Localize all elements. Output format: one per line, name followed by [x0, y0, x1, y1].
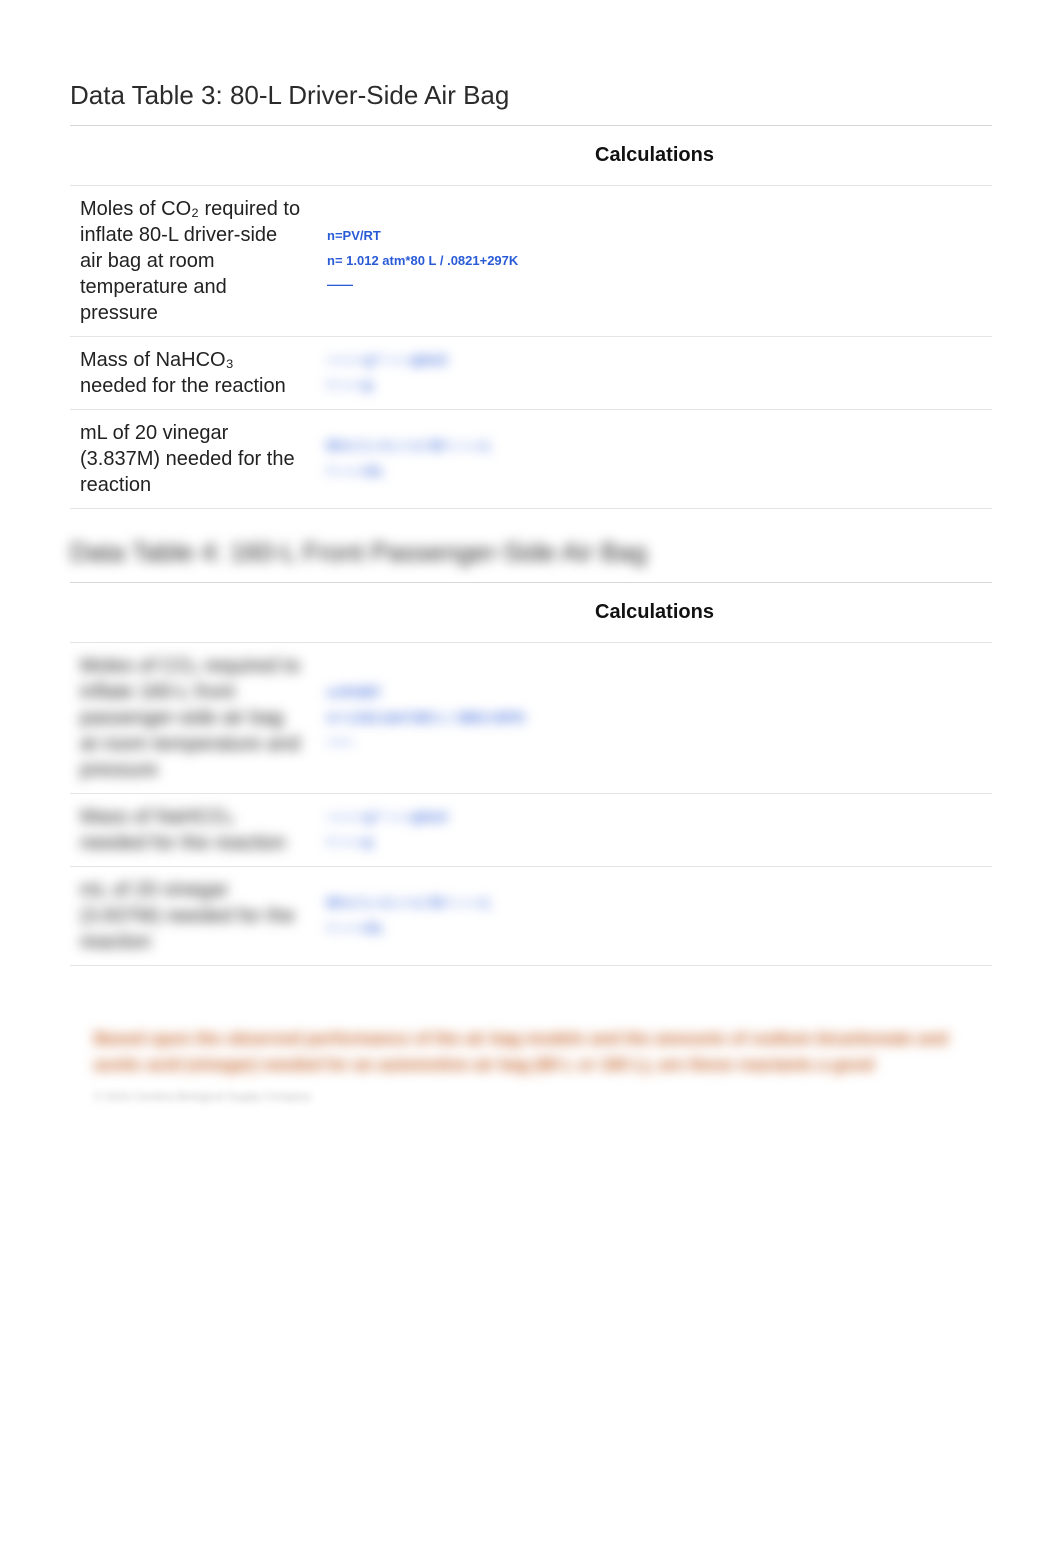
prompt-text: Based upon the observed performance of t… — [94, 1026, 968, 1077]
row-calc: n=PV/RT n= 1.012 atm*80 L / .0821+297K —… — [317, 186, 992, 336]
table-header-row: Calculations — [70, 583, 992, 643]
row-label: Mass of NaHCO₃ needed for the reaction — [70, 794, 317, 866]
row-label: mL of 20 vinegar (3.837M) needed for the… — [70, 410, 317, 508]
row-label: Moles of CO₂ required to inflate 160-L f… — [70, 643, 317, 793]
header-blank — [70, 126, 317, 185]
row-calc: M=n / L ⇒ L = n / M = ——L = ——mL — [317, 410, 992, 508]
table-row: mL of 20 vinegar (3.837M) needed for the… — [70, 410, 992, 509]
section-table4: Data Table 4: 160-L Front Passenger-Side… — [70, 537, 992, 966]
table-header-row: Calculations — [70, 126, 992, 186]
document-page: Data Table 3: 80-L Driver-Side Air Bag C… — [0, 0, 1062, 1163]
header-calculations: Calculations — [317, 126, 992, 185]
table-row: Mass of NaHCO₃ needed for the reaction —… — [70, 794, 992, 867]
row-label: mL of 20 vinegar (3.837M) needed for the… — [70, 867, 317, 965]
copyright-fineprint: © 2016 Carolina Biological Supply Compan… — [94, 1091, 968, 1103]
table-row: Mass of NaHCO₃ needed for the reaction —… — [70, 337, 992, 410]
row-calc: ———g * ——g/mol = ——g — [317, 794, 992, 866]
header-blank — [70, 583, 317, 642]
row-calc: ———g * ——g/mol = ——g — [317, 337, 992, 409]
table4-title: Data Table 4: 160-L Front Passenger-Side… — [70, 537, 992, 568]
data-table-4: Calculations Moles of CO₂ required to in… — [70, 582, 992, 966]
data-table-3: Calculations Moles of CO₂ required to in… — [70, 125, 992, 509]
row-label: Mass of NaHCO₃ needed for the reaction — [70, 337, 317, 409]
row-label: Moles of CO₂ required to inflate 80-L dr… — [70, 186, 317, 336]
table-row: Moles of CO₂ required to inflate 160-L f… — [70, 643, 992, 794]
table-row: mL of 20 vinegar (3.837M) needed for the… — [70, 867, 992, 966]
table-row: Moles of CO₂ required to inflate 80-L dr… — [70, 186, 992, 337]
row-calc: n=PV/RT n= 1.012 atm*160 L / .0821+297K … — [317, 643, 992, 793]
question-prompt: Based upon the observed performance of t… — [70, 1026, 992, 1103]
table3-title: Data Table 3: 80-L Driver-Side Air Bag — [70, 80, 992, 111]
header-calculations: Calculations — [317, 583, 992, 642]
row-calc: M=n / L ⇒ L = n / M = ——L = ——mL — [317, 867, 992, 965]
